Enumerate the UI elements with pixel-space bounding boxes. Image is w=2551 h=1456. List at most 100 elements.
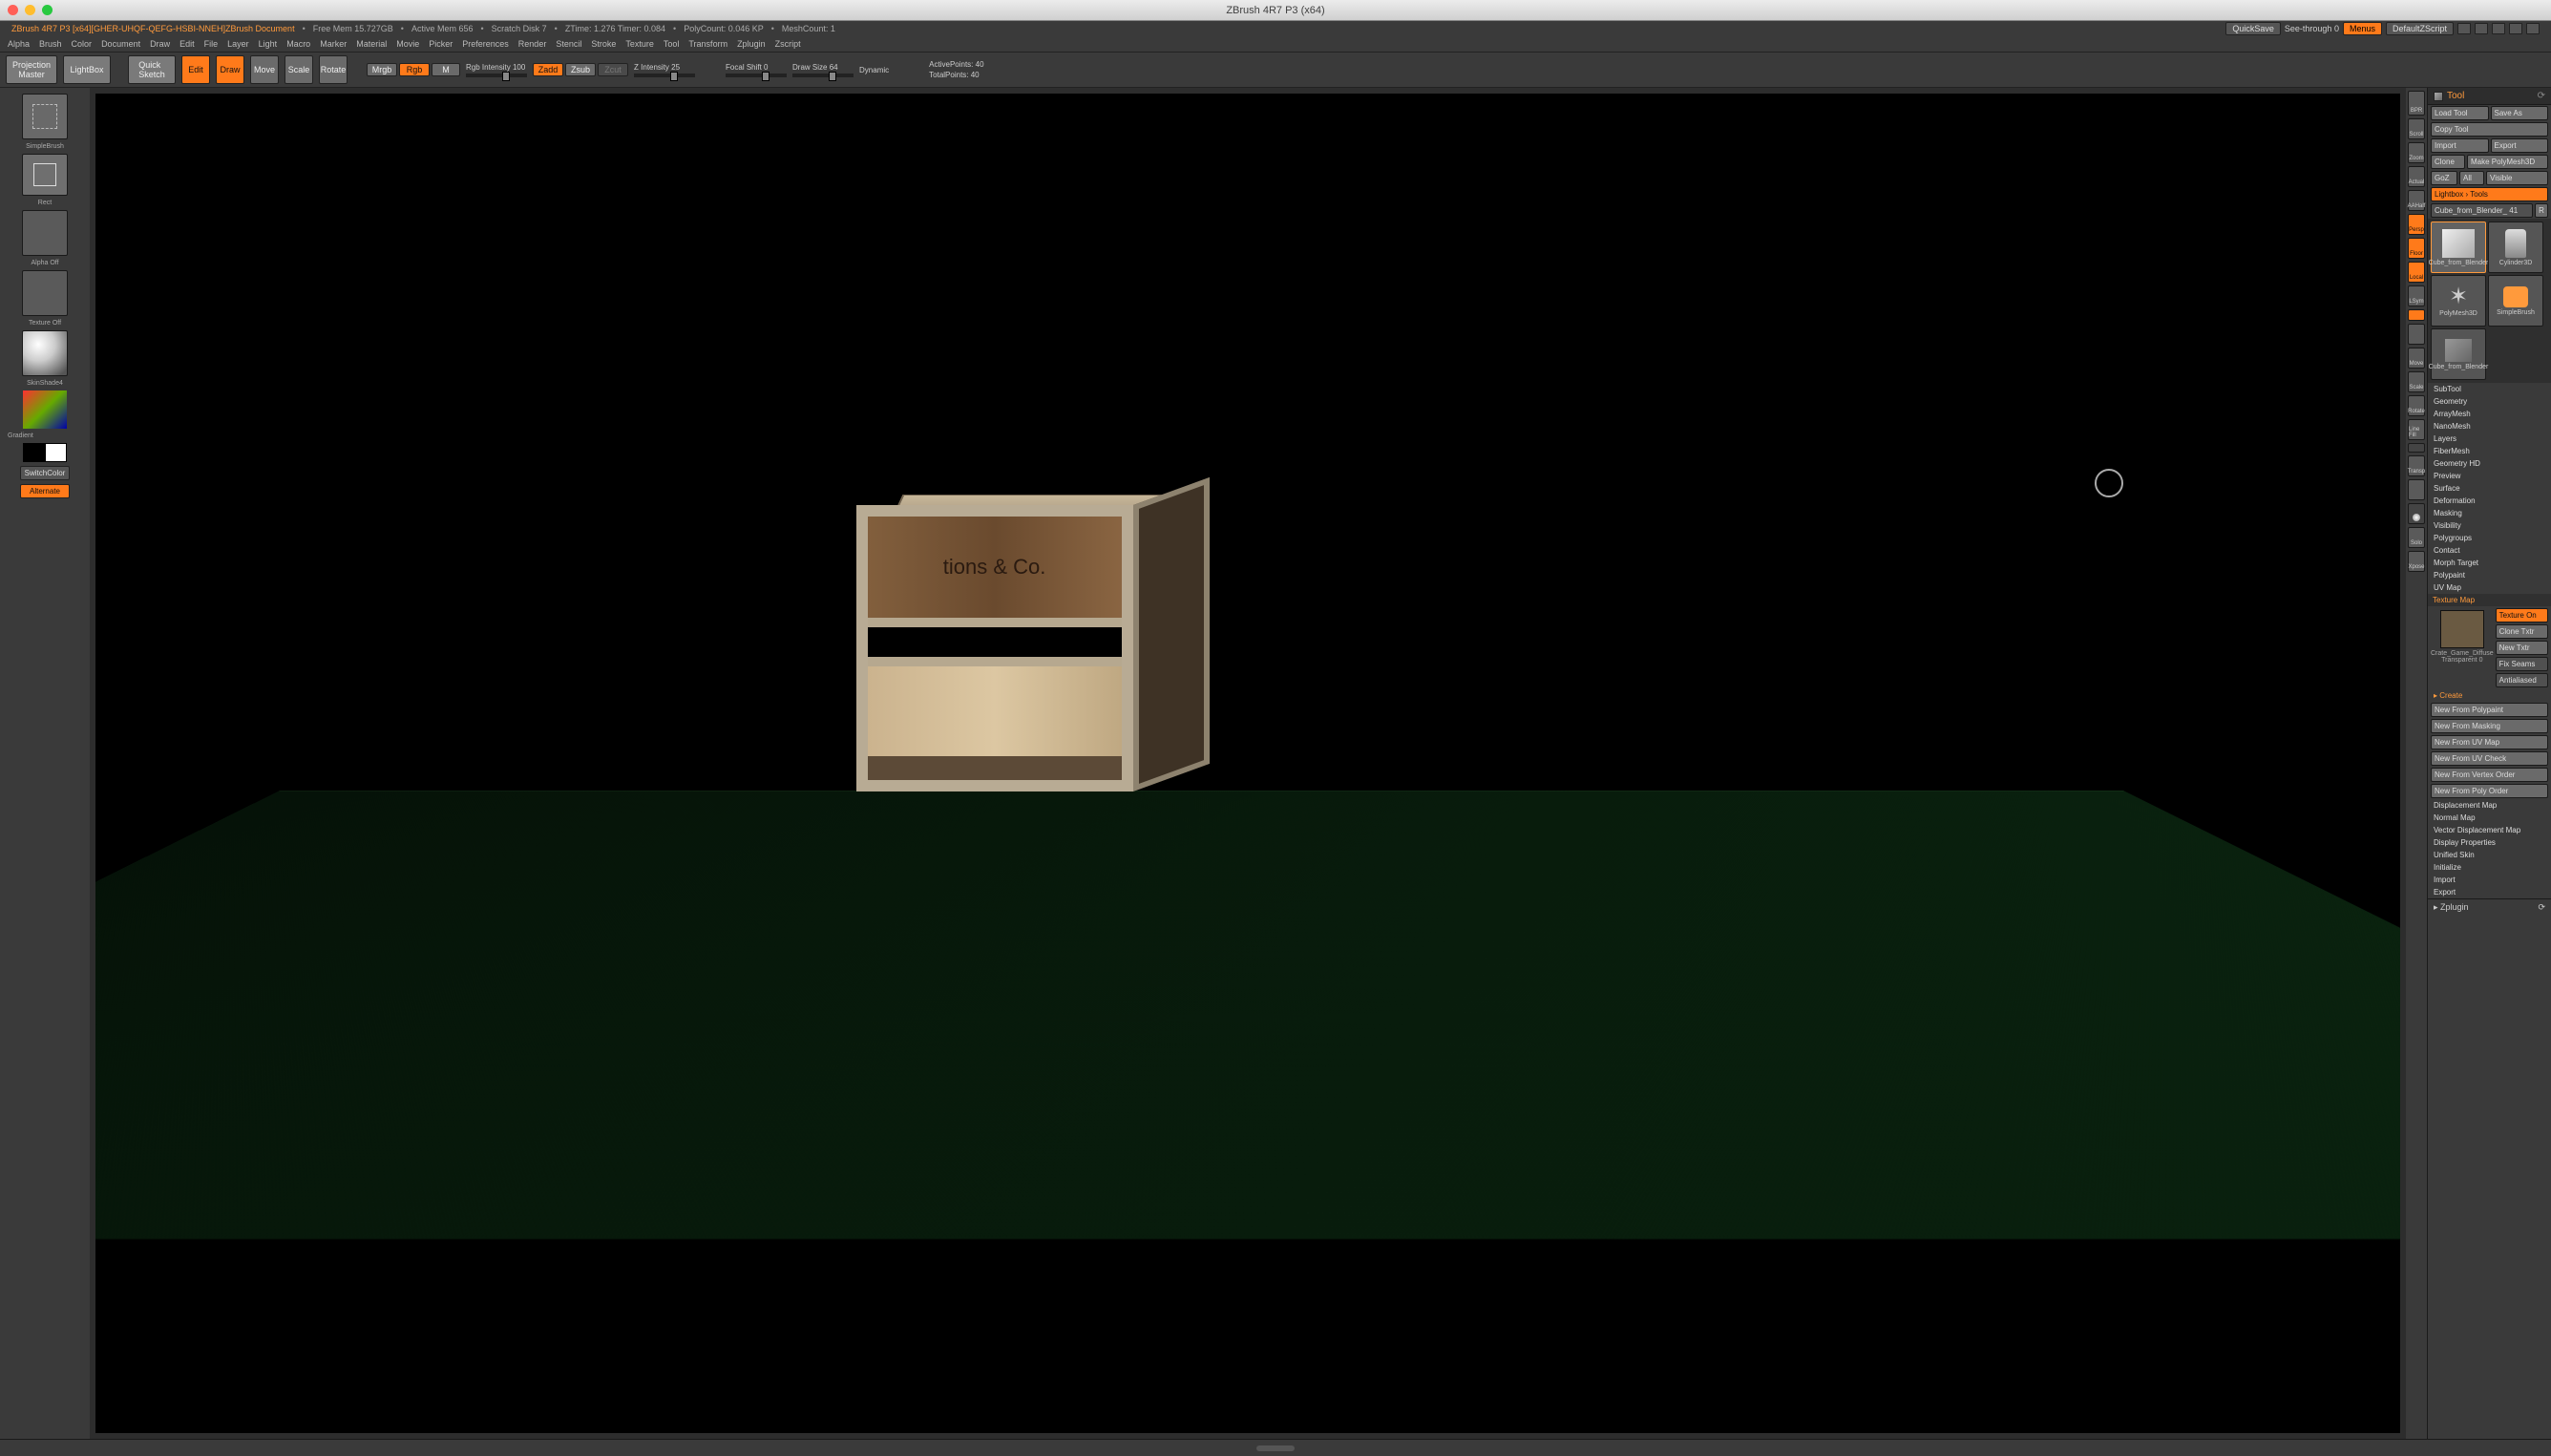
layout-icon-1[interactable] [2457, 23, 2471, 34]
menu-zplugin[interactable]: Zplugin [737, 39, 766, 49]
zadd-button[interactable]: Zadd [533, 63, 563, 76]
draw-button[interactable]: Draw [216, 55, 244, 84]
section-displayprops[interactable]: Display Properties [2428, 836, 2551, 849]
tool-thumb-cube[interactable]: Cube_from_Blender [2431, 222, 2486, 273]
new-from-uvcheck[interactable]: New From UV Check [2431, 751, 2548, 766]
section-vdispmap[interactable]: Vector Displacement Map [2428, 824, 2551, 836]
section-geometryhd[interactable]: Geometry HD [2428, 457, 2551, 470]
menu-render[interactable]: Render [518, 39, 547, 49]
make-polymesh-button[interactable]: Make PolyMesh3D [2467, 155, 2548, 169]
section-morphtarget[interactable]: Morph Target [2428, 557, 2551, 569]
section-initialize[interactable]: Initialize [2428, 861, 2551, 874]
section-import[interactable]: Import [2428, 874, 2551, 886]
z-intensity-slider[interactable]: Z Intensity 25 [634, 63, 695, 77]
home-icon[interactable] [2526, 23, 2540, 34]
scroll-button[interactable]: Scroll [2408, 118, 2425, 139]
fix-seams-button[interactable]: Fix Seams [2496, 657, 2548, 671]
quicksave-button[interactable]: QuickSave [2225, 22, 2281, 35]
line-fill-button[interactable] [2408, 443, 2425, 453]
menu-document[interactable]: Document [101, 39, 140, 49]
antialiased-button[interactable]: Antialiased [2496, 673, 2548, 687]
r-button[interactable]: R [2535, 203, 2548, 218]
floor-button[interactable]: Floor [2408, 238, 2425, 259]
goz-visible-button[interactable]: Visible [2486, 171, 2548, 185]
lsym-button[interactable]: LSym [2408, 285, 2425, 306]
menu-movie[interactable]: Movie [396, 39, 419, 49]
bpr-button[interactable]: BPR [2408, 91, 2425, 116]
menu-alpha[interactable]: Alpha [8, 39, 30, 49]
texture-on-button[interactable]: Texture On [2496, 608, 2548, 622]
menu-texture[interactable]: Texture [625, 39, 654, 49]
section-unifiedskin[interactable]: Unified Skin [2428, 849, 2551, 861]
menu-stencil[interactable]: Stencil [556, 39, 581, 49]
quick-sketch-button[interactable]: Quick Sketch [128, 55, 176, 84]
section-visibility[interactable]: Visibility [2428, 519, 2551, 532]
new-from-uvmap[interactable]: New From UV Map [2431, 735, 2548, 749]
alternate-button[interactable]: Alternate [20, 484, 70, 498]
menu-file[interactable]: File [204, 39, 219, 49]
drag-handle-icon[interactable] [1256, 1445, 1295, 1451]
menu-light[interactable]: Light [259, 39, 278, 49]
tool-thumb-polymesh[interactable]: ✶PolyMesh3D [2431, 275, 2486, 327]
brush-thumb[interactable] [22, 94, 68, 139]
section-contact[interactable]: Contact [2428, 544, 2551, 557]
rotate2-button[interactable]: Line Fill [2408, 419, 2425, 440]
layout-icon-3[interactable] [2492, 23, 2505, 34]
lightbox-button[interactable]: LightBox [63, 55, 111, 84]
xpose2-button[interactable]: Xpose [2408, 551, 2425, 572]
draw-size-slider[interactable]: Draw Size 64 [792, 63, 854, 77]
lsym2-button[interactable] [2408, 324, 2425, 345]
scale-button[interactable]: Scale [285, 55, 313, 84]
edit-button[interactable]: Edit [181, 55, 210, 84]
clone-button[interactable]: Clone [2431, 155, 2465, 169]
material-thumb[interactable] [22, 330, 68, 376]
load-tool-button[interactable]: Load Tool [2431, 106, 2489, 120]
layout-icon-4[interactable] [2509, 23, 2522, 34]
rotate-button[interactable]: Rotate [319, 55, 348, 84]
goz-all-button[interactable]: All [2459, 171, 2484, 185]
transp-button[interactable] [2408, 479, 2425, 500]
texture-map-header[interactable]: Texture Map [2428, 594, 2551, 606]
lightbox-tools-button[interactable]: Lightbox › Tools [2431, 187, 2548, 201]
menu-material[interactable]: Material [356, 39, 387, 49]
section-export[interactable]: Export [2428, 886, 2551, 898]
menu-zscript[interactable]: Zscript [775, 39, 801, 49]
local-button[interactable]: Local [2408, 262, 2425, 283]
frame-button[interactable]: Move [2408, 348, 2425, 369]
switch-color-button[interactable]: SwitchColor [20, 466, 70, 480]
move2-button[interactable]: Scale [2408, 371, 2425, 392]
new-txtr-button[interactable]: New Txtr [2496, 641, 2548, 655]
menu-transform[interactable]: Transform [688, 39, 727, 49]
zcut-button[interactable]: Zcut [598, 63, 628, 76]
section-uvmap[interactable]: UV Map [2428, 581, 2551, 594]
zoom-button[interactable]: Zoom [2408, 142, 2425, 163]
clone-txtr-button[interactable]: Clone Txtr [2496, 624, 2548, 639]
section-deformation[interactable]: Deformation [2428, 495, 2551, 507]
tool-thumb-simplebrush[interactable]: SimpleBrush [2488, 275, 2543, 327]
zplugin-bar[interactable]: ▸ Zplugin ⟳ [2428, 898, 2551, 916]
tool-thumb-cylinder[interactable]: Cylinder3D [2488, 222, 2543, 273]
transparent-slider[interactable]: Transparent 0 [2441, 657, 2482, 664]
color-swatches[interactable] [23, 443, 67, 462]
save-as-button[interactable]: Save As [2491, 106, 2549, 120]
menu-macro[interactable]: Macro [286, 39, 310, 49]
section-surface[interactable]: Surface [2428, 482, 2551, 495]
xpose-button[interactable] [2408, 309, 2425, 321]
menu-preferences[interactable]: Preferences [462, 39, 509, 49]
actual-button[interactable]: Actual [2408, 166, 2425, 187]
section-arraymesh[interactable]: ArrayMesh [2428, 408, 2551, 420]
ghost-button[interactable] [2408, 503, 2425, 524]
create-header[interactable]: ▸ Create [2428, 689, 2551, 702]
window-controls[interactable] [8, 5, 53, 15]
close-icon[interactable] [8, 5, 18, 15]
mrgb-button[interactable]: Mrgb [367, 63, 397, 76]
persp-button[interactable]: Persp [2408, 214, 2425, 235]
section-polypaint[interactable]: Polypaint [2428, 569, 2551, 581]
new-from-poly[interactable]: New From Poly Order [2431, 784, 2548, 798]
menu-color[interactable]: Color [72, 39, 93, 49]
section-layers[interactable]: Layers [2428, 433, 2551, 445]
see-through[interactable]: See-through 0 [2285, 24, 2339, 33]
menu-marker[interactable]: Marker [320, 39, 347, 49]
projection-master-button[interactable]: Projection Master [6, 55, 57, 84]
rgb-button[interactable]: Rgb [399, 63, 430, 76]
